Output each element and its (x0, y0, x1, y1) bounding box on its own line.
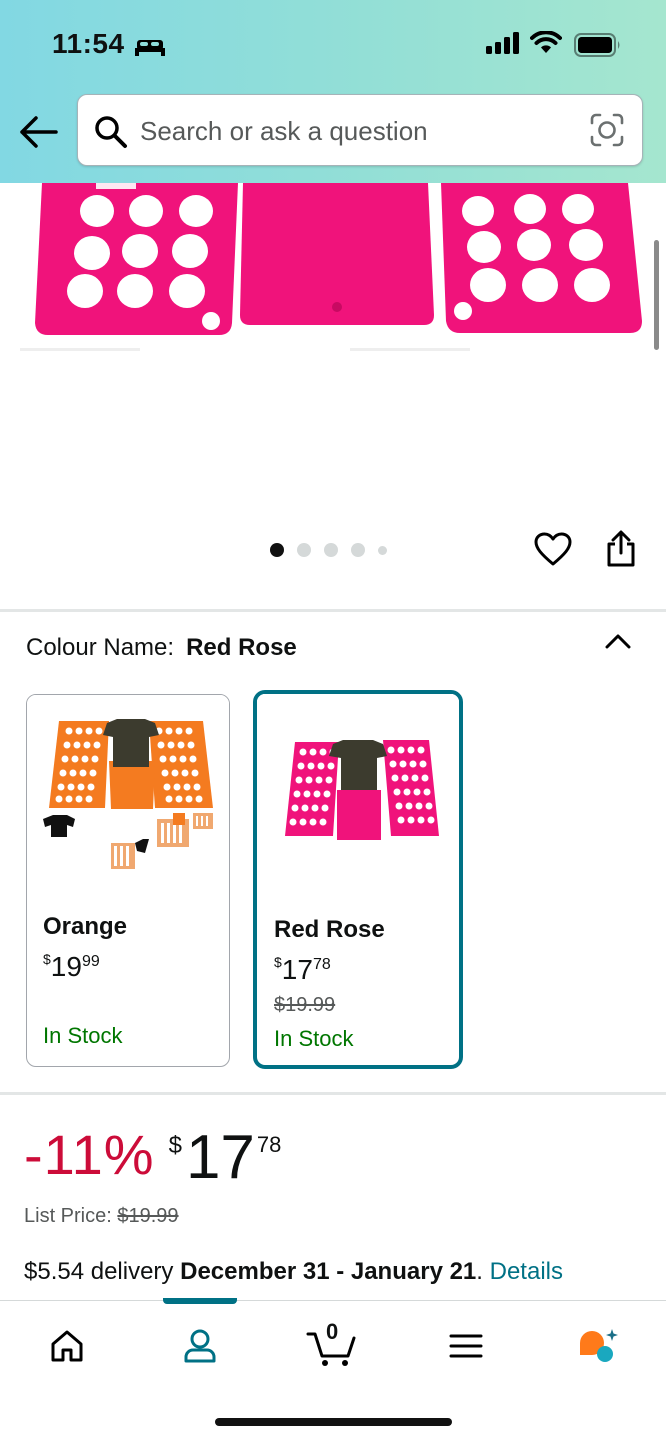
carousel-dot[interactable] (378, 545, 387, 555)
product-image-graphic (0, 183, 666, 433)
variant-price: $1778 (274, 954, 331, 985)
scrollbar[interactable] (654, 240, 659, 350)
status-time: 11:54 (52, 28, 125, 59)
divider (0, 609, 666, 612)
share-icon[interactable] (604, 530, 638, 568)
wifi-icon (530, 31, 562, 53)
search-input[interactable] (140, 111, 580, 151)
carousel-dot[interactable] (324, 543, 338, 557)
search-icon (95, 116, 127, 148)
chevron-up-icon[interactable] (604, 632, 632, 652)
menu-icon (449, 1334, 483, 1358)
nav-active-indicator (163, 1298, 237, 1304)
nav-account[interactable] (170, 1321, 230, 1371)
battery-icon (574, 33, 620, 57)
delivery-details-link[interactable]: Details (490, 1258, 563, 1285)
cart-count: 0 (326, 1319, 339, 1344)
home-icon (51, 1330, 83, 1362)
variant-price: $1999 (43, 951, 100, 982)
delivery-info: $5.54 delivery December 31 - January 21.… (24, 1258, 563, 1285)
carousel-dot[interactable] (270, 543, 284, 557)
camera-lens-icon[interactable] (590, 113, 624, 147)
heart-icon[interactable] (533, 531, 573, 567)
colour-selected: Red Rose (186, 634, 297, 661)
price-whole: 17 (185, 1123, 255, 1192)
home-indicator (215, 1418, 452, 1426)
carousel-dot[interactable] (351, 543, 365, 557)
search-bar[interactable] (77, 94, 643, 166)
header: 11:54 (0, 0, 666, 183)
back-arrow-icon[interactable] (18, 113, 60, 151)
sleep-focus-icon (135, 40, 165, 56)
carousel-dot[interactable] (297, 543, 311, 557)
divider (0, 1092, 666, 1095)
list-price: List Price: $19.99 (24, 1205, 179, 1227)
nav-cart[interactable]: 0 (302, 1319, 362, 1371)
variant-name: Orange (43, 913, 128, 940)
variant-stock: In Stock (43, 1023, 123, 1048)
variant-stock: In Stock (274, 1026, 354, 1051)
variant-image-orange (27, 695, 229, 898)
nav-home[interactable] (37, 1321, 97, 1371)
delivery-dates: December 31 - January 21 (180, 1258, 477, 1285)
variant-card-red-rose[interactable]: Red Rose $1778 $19.99 In Stock (253, 690, 463, 1069)
price-symbol: $ (168, 1132, 182, 1159)
product-image[interactable] (0, 183, 666, 433)
bottom-nav: 0 (0, 1298, 666, 1440)
discount-percent: -11% (24, 1123, 155, 1186)
price-block: -11% $ 17 78 (24, 1122, 281, 1193)
carousel-dots[interactable] (270, 542, 387, 558)
nav-rufus[interactable] (568, 1321, 628, 1371)
price-fraction: 78 (256, 1132, 282, 1157)
colour-label: Colour Name: (26, 634, 175, 661)
colour-name-row: Colour Name: Red Rose (26, 634, 297, 662)
variant-card-orange[interactable]: Orange $1999 In Stock (26, 694, 230, 1067)
nav-menu[interactable] (436, 1321, 496, 1371)
cellular-signal-icon (486, 32, 519, 54)
variant-list-price: $19.99 (274, 994, 336, 1016)
account-icon (184, 1329, 216, 1363)
variant-name: Red Rose (274, 916, 385, 943)
rufus-icon (580, 1329, 618, 1362)
variant-image-red-rose (257, 694, 459, 897)
delivery-cost: $5.54 delivery (24, 1258, 174, 1285)
